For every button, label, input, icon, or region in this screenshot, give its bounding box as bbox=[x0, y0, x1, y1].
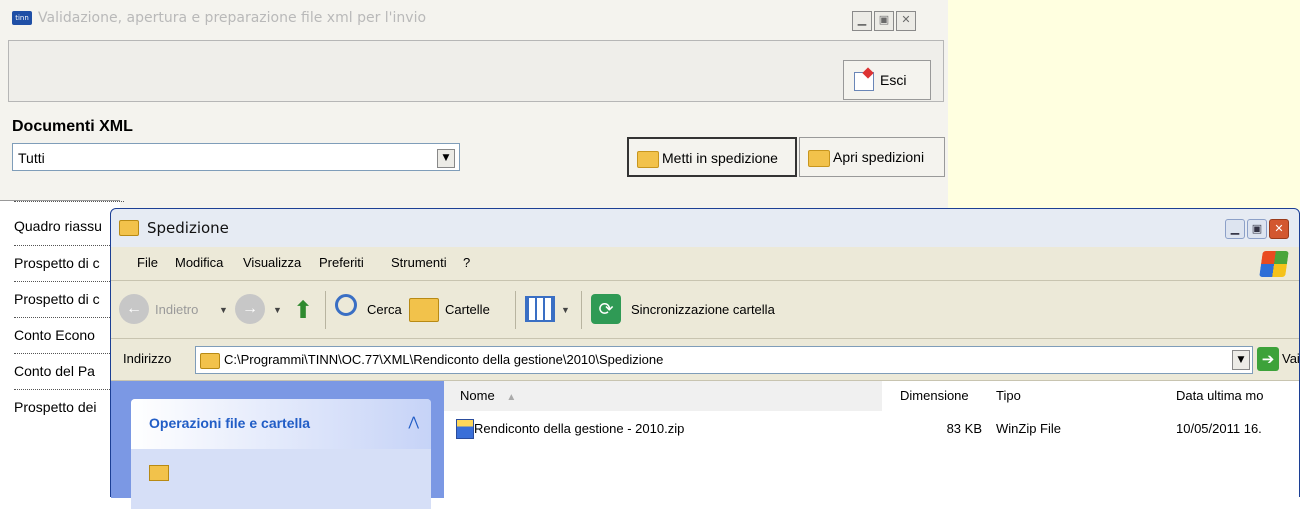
search-icon bbox=[335, 294, 357, 316]
views-icon bbox=[525, 296, 555, 322]
close-button[interactable]: ✕ bbox=[896, 11, 916, 31]
up-folder-button[interactable]: ⬆ bbox=[289, 294, 319, 326]
explorer-window: Spedizione ▁ ▣ ✕ File Modifica Visualizz… bbox=[110, 208, 1300, 509]
toolbar-separator bbox=[325, 291, 326, 329]
documents-select[interactable]: Tutti ▼ bbox=[12, 143, 460, 171]
explorer-title-bar: Spedizione ▁ ▣ ✕ bbox=[111, 209, 1299, 247]
document-list: Quadro riassu Prospetto di c Prospetto d… bbox=[0, 200, 124, 497]
sort-ascending-icon: ▲ bbox=[506, 392, 517, 403]
back-arrow-icon: ← bbox=[119, 294, 149, 324]
sync-label: Sincronizzazione cartella bbox=[631, 302, 775, 317]
documents-label: Documenti XML bbox=[12, 118, 133, 135]
minimize-button[interactable]: ▁ bbox=[1225, 219, 1245, 239]
background-title-bar: tinn Validazione, apertura e preparazion… bbox=[0, 0, 948, 38]
maximize-button[interactable]: ▣ bbox=[874, 11, 894, 31]
maximize-button[interactable]: ▣ bbox=[1247, 219, 1267, 239]
esci-label: Esci bbox=[880, 72, 907, 88]
explorer-toolbar: ← Indietro ▼ → ▼ ⬆ Cerca Cartelle ▼ ⟳ Si… bbox=[111, 281, 1299, 339]
list-item[interactable]: Conto Econo bbox=[14, 317, 124, 353]
list-item[interactable]: Prospetto di c bbox=[14, 281, 124, 317]
folder-open-icon bbox=[637, 151, 659, 168]
list-item[interactable]: Quadro riassu bbox=[14, 201, 124, 245]
list-item[interactable]: Prospetto dei bbox=[14, 389, 124, 425]
address-bar: Indirizzo C:\Programmi\TINN\OC.77\XML\Re… bbox=[111, 339, 1300, 381]
file-date: 10/05/2011 16. bbox=[1176, 421, 1262, 436]
address-label: Indirizzo bbox=[123, 351, 172, 366]
column-name-label: Nome bbox=[460, 388, 495, 403]
menu-visualizza[interactable]: Visualizza bbox=[243, 255, 301, 270]
file-name[interactable]: Rendiconto della gestione - 2010.zip bbox=[474, 421, 684, 436]
esci-button[interactable]: Esci bbox=[843, 60, 931, 100]
minimize-button[interactable]: ▁ bbox=[852, 11, 872, 31]
list-item[interactable]: Prospetto di c bbox=[14, 245, 124, 281]
task-panel: Operazioni file e cartella ⋀ bbox=[131, 399, 431, 509]
apri-spedizioni-button[interactable]: Apri spedizioni bbox=[799, 137, 945, 177]
folders-button[interactable]: Cartelle bbox=[409, 294, 505, 326]
menu-bar: File Modifica Visualizza Preferiti Strum… bbox=[111, 247, 1299, 281]
app-icon: tinn bbox=[12, 11, 32, 25]
toolbar-separator bbox=[581, 291, 582, 329]
folders-icon bbox=[409, 298, 439, 322]
task-pane: Operazioni file e cartella ⋀ bbox=[111, 381, 444, 509]
go-button[interactable]: Vai bbox=[1282, 351, 1300, 366]
chevron-down-icon[interactable]: ▼ bbox=[561, 305, 570, 315]
metti-in-spedizione-button[interactable]: Metti in spedizione bbox=[627, 137, 797, 177]
task-panel-header[interactable]: Operazioni file e cartella ⋀ bbox=[131, 399, 431, 449]
back-label: Indietro bbox=[155, 302, 199, 317]
forward-arrow-icon: → bbox=[235, 294, 265, 324]
file-size: 83 KB bbox=[946, 421, 982, 436]
chevron-down-icon[interactable]: ▼ bbox=[219, 305, 228, 315]
sync-folder-button[interactable]: ⟳ Sincronizzazione cartella bbox=[591, 294, 811, 326]
background-window-title: Validazione, apertura e preparazione fil… bbox=[38, 10, 427, 26]
menu-file[interactable]: File bbox=[137, 255, 158, 270]
forward-button[interactable]: → ▼ bbox=[235, 294, 282, 326]
chevron-up-icon[interactable]: ⋀ bbox=[408, 415, 419, 430]
column-header-date[interactable]: Data ultima mo bbox=[1166, 381, 1299, 411]
sync-icon: ⟳ bbox=[591, 294, 621, 324]
chevron-down-icon[interactable]: ▼ bbox=[1232, 350, 1250, 370]
menu-help[interactable]: ? bbox=[463, 255, 470, 270]
apri-label: Apri spedizioni bbox=[833, 149, 925, 165]
menu-strumenti[interactable]: Strumenti bbox=[391, 255, 447, 270]
column-header-size[interactable]: Dimensione bbox=[882, 381, 986, 411]
search-button[interactable]: Cerca bbox=[335, 294, 415, 326]
close-button[interactable]: ✕ bbox=[1269, 219, 1289, 239]
metti-label: Metti in spedizione bbox=[662, 150, 778, 166]
file-list: Nome ▲ Dimensione Tipo Data ultima mo Re… bbox=[444, 381, 1299, 498]
menu-modifica[interactable]: Modifica bbox=[175, 255, 223, 270]
exit-icon bbox=[854, 72, 874, 91]
windows-logo-icon bbox=[1259, 251, 1289, 277]
task-panel-title: Operazioni file e cartella bbox=[149, 415, 311, 431]
zip-file-icon bbox=[456, 419, 474, 439]
list-item[interactable]: Conto del Pa bbox=[14, 353, 124, 389]
folder-icon bbox=[119, 220, 139, 236]
search-label: Cerca bbox=[367, 302, 402, 317]
chevron-down-icon[interactable]: ▼ bbox=[273, 305, 282, 315]
file-type: WinZip File bbox=[996, 421, 1062, 436]
address-input[interactable]: C:\Programmi\TINN\OC.77\XML\Rendiconto d… bbox=[195, 346, 1253, 374]
up-folder-icon: ⬆ bbox=[293, 297, 314, 324]
toolbar-separator bbox=[515, 291, 516, 329]
go-arrow-icon[interactable]: ➔ bbox=[1257, 347, 1279, 371]
address-path: C:\Programmi\TINN\OC.77\XML\Rendiconto d… bbox=[224, 352, 664, 367]
background-toolbar bbox=[8, 40, 944, 102]
column-header-type[interactable]: Tipo bbox=[986, 381, 1166, 411]
folder-icon bbox=[200, 353, 220, 369]
folders-label: Cartelle bbox=[445, 302, 490, 317]
column-header-name[interactable]: Nome ▲ bbox=[444, 381, 882, 411]
folder-open-icon bbox=[808, 150, 830, 167]
new-folder-icon bbox=[149, 465, 169, 481]
menu-preferiti[interactable]: Preferiti bbox=[319, 255, 364, 270]
explorer-title: Spedizione bbox=[147, 219, 229, 237]
chevron-down-icon[interactable]: ▼ bbox=[437, 149, 455, 168]
documents-select-value: Tutti bbox=[18, 150, 45, 166]
desktop-area bbox=[948, 0, 1300, 210]
views-button[interactable]: ▼ bbox=[525, 294, 573, 326]
back-button[interactable]: ← Indietro ▼ bbox=[119, 294, 228, 326]
